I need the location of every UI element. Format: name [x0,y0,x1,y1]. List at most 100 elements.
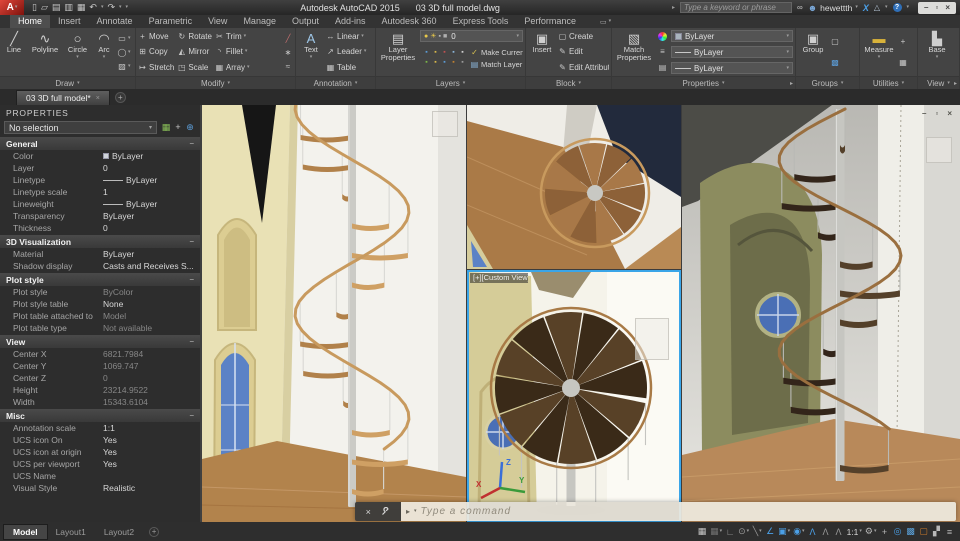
base-button[interactable]: ▙ Base ▾ [920,29,954,75]
customization-menu-icon[interactable]: ≡ [943,524,956,539]
property-row-linetype[interactable]: Linetype ByLayer [0,174,200,186]
minimize-button[interactable]: – [922,109,926,118]
rotate-button[interactable]: ↻ Rotate [177,30,211,43]
collapse-icon[interactable]: − [189,411,194,420]
layer-properties-button[interactable]: ▤ Layer Properties [378,29,418,75]
ellipse-button[interactable]: ◯ ▾ [117,48,131,57]
group-edit-icon[interactable]: ▢ [830,37,840,46]
property-row-plot-table-type[interactable]: Plot table type Not available [0,322,200,334]
offset-icon[interactable]: ≈ [283,62,293,71]
polyline-button[interactable]: ∿ Polyline [28,29,62,75]
object-snap-icon[interactable]: ▣ ▾ [777,524,792,539]
view-cube[interactable] [635,318,669,360]
section-header-view[interactable]: View − [0,335,200,348]
snap-mode-icon[interactable]: ▦ ▾ [709,524,724,539]
copy-button[interactable]: ⊞ Copy [138,45,174,58]
id-point-button[interactable]: + [898,37,908,46]
panel-title[interactable]: View ▾ ▸ [918,76,959,89]
command-input[interactable]: ▸ ▾ Type a command [401,502,956,521]
layer-tool-icon[interactable]: ▪ [422,49,431,59]
tab-insert[interactable]: Insert [50,15,89,28]
chevron-down-icon[interactable]: ▾ [414,509,417,514]
minimize-button[interactable]: – [924,3,928,12]
property-row-plot-style[interactable]: Plot style ByColor [0,286,200,298]
close-button[interactable]: × [945,3,950,12]
property-row-center-y[interactable]: Center Y 1069.747 [0,360,200,372]
linear-button[interactable]: ↔ Linear ▾ [326,30,373,43]
viewport-top-middle[interactable] [467,105,681,269]
dialog-launcher-icon[interactable]: ▸ [954,80,957,87]
restore-button[interactable]: ▫ [935,3,938,12]
property-row-material[interactable]: Material ByLayer [0,248,200,260]
tab-home[interactable]: Home [10,15,51,28]
panel-title[interactable]: Groups ▾ [796,76,859,89]
layout-tab-layout1[interactable]: Layout1 [47,525,95,539]
linetype-list-icon[interactable]: ▤ [658,63,668,72]
table-button[interactable]: ▦ Table [326,61,373,74]
panel-title[interactable]: Layers ▾ [376,76,525,89]
property-row-ucs-icon-on[interactable]: UCS icon On Yes [0,434,200,446]
annotation-visibility-icon[interactable]: Λ [806,524,819,539]
annotation-scale-value[interactable]: 1:1 ▾ [845,524,863,539]
layer-select[interactable]: ● ☀ ▪ ■ 0 ▾ [420,30,523,42]
plot-icon[interactable]: ▦ [77,2,86,13]
property-row-thickness[interactable]: Thickness 0 [0,222,200,234]
property-row-visual-style[interactable]: Visual Style Realistic [0,482,200,494]
mirror-button[interactable]: ◭ Mirror [177,45,212,58]
lineweight-select[interactable]: ByLayer ▾ [671,46,793,58]
view-cube[interactable] [926,137,952,163]
app-menu-button[interactable]: A ▾ [0,0,24,15]
explode-button[interactable]: ∗ [283,48,293,57]
property-row-ucs-per-viewport[interactable]: UCS per viewport Yes [0,458,200,470]
property-row-width[interactable]: Width 15343.6104 [0,396,200,408]
viewport-label[interactable]: [+][Custom View] [470,273,528,283]
viewport-right[interactable]: – ▫ × [682,105,960,522]
section-header-plot-style[interactable]: Plot style − [0,273,200,286]
tab-view[interactable]: View [200,15,235,28]
new-drawing-button[interactable]: + [114,92,126,103]
layout-tab-layout2[interactable]: Layout2 [95,525,143,539]
annotation-scale-icon[interactable]: Λ [832,524,845,539]
customization-plus-icon[interactable]: + [878,524,891,539]
layer-tool-icon[interactable]: ▪ [431,49,440,59]
rectangle-icon[interactable]: ▭ [117,34,127,43]
layer-tool-icon[interactable]: ▪ [440,49,449,59]
leader-button[interactable]: ↗ Leader ▾ [326,45,373,58]
property-row-shadow-display[interactable]: Shadow display Casts and Receives S... [0,260,200,272]
selection-dropdown[interactable]: No selection ▾ [4,121,157,134]
quick-calculator-icon[interactable]: ▦ [898,58,908,67]
text-button[interactable]: A Text ▾ [298,29,324,75]
layout-tab-model[interactable]: Model [4,524,47,539]
property-row-transparency[interactable]: Transparency ByLayer [0,210,200,222]
measure-button[interactable]: ▬ Measure ▾ [862,29,896,75]
view-cube[interactable] [432,111,458,137]
layer-tool-icon[interactable]: ▪ [458,59,467,69]
close-button[interactable]: × [947,109,952,118]
property-row-center-z[interactable]: Center Z 0 [0,372,200,384]
tab-add-ins[interactable]: Add-ins [327,15,374,28]
layer-tool-icon[interactable]: ▪ [431,59,440,69]
isolate-objects-icon[interactable]: ◎ [891,524,904,539]
close-icon[interactable]: × [96,95,100,102]
property-row-lineweight[interactable]: Lineweight ByLayer [0,198,200,210]
dialog-launcher-icon[interactable]: ▸ [790,80,793,87]
exchange-apps-icon[interactable]: X [863,3,869,13]
create-button[interactable]: ▢ Create [558,30,609,43]
clean-screen-icon[interactable]: ▢ [917,524,930,539]
trim-button[interactable]: ✂ Trim ▾ [215,30,250,43]
graphics-performance-icon[interactable]: ▩ [904,524,917,539]
hatch-icon[interactable]: ▨ [117,62,127,71]
redo-icon[interactable]: ↷ [107,2,115,13]
collapse-icon[interactable]: − [189,139,194,148]
id-point-icon[interactable]: + [898,37,908,46]
workspace-switching-icon[interactable]: ⚙ ▾ [863,524,878,539]
grid-display-icon[interactable]: ▦ [696,524,709,539]
edit-button[interactable]: ✎ Edit [558,45,609,58]
ortho-mode-icon[interactable]: ∟ [724,524,737,539]
circle-button[interactable]: ○ Circle ▾ [64,29,91,75]
fillet-button[interactable]: ◝ Fillet ▾ [215,45,250,58]
annotation-autoscale-icon[interactable]: Λ [819,524,832,539]
panel-title[interactable]: Draw ▾ [0,76,135,89]
search-input[interactable]: Type a keyword or phrase [679,2,792,13]
group-edit-button[interactable]: ▢ [830,37,840,46]
